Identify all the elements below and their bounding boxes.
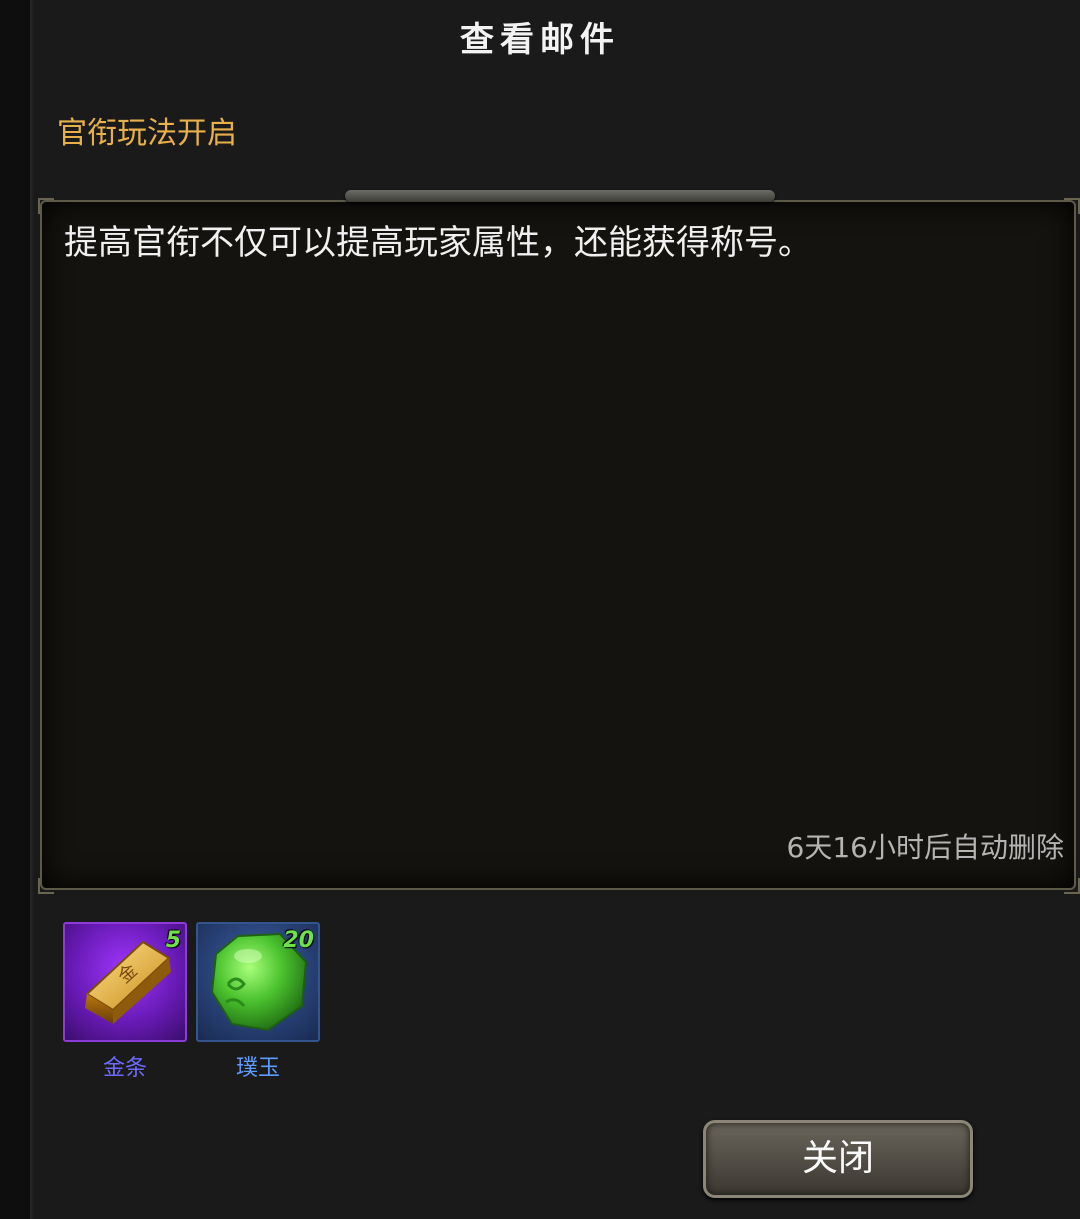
item-name: 金条 <box>102 1056 147 1081</box>
panel-corner-ornament <box>1064 198 1080 214</box>
item-slot[interactable]: 20 <box>196 922 320 1042</box>
expire-notice: 6天16小时后自动删除 <box>786 831 1064 864</box>
attachment-item-gold-bar[interactable]: 金 5 金条 <box>63 922 187 1082</box>
panel-corner-ornament <box>38 878 54 894</box>
attachment-item-jade[interactable]: 20 璞玉 <box>196 922 320 1082</box>
close-button[interactable]: 关闭 <box>703 1120 973 1198</box>
panel-top-ornament <box>345 190 775 202</box>
window-edge <box>30 0 34 1219</box>
item-name: 璞玉 <box>235 1056 280 1081</box>
mail-subject: 官衔玩法开启 <box>57 116 237 151</box>
mail-body-text: 提高官衔不仅可以提高玩家属性，还能获得称号。 <box>64 223 812 263</box>
mail-body-panel <box>40 200 1076 890</box>
attachment-list: 金 5 金条 20 璞玉 <box>63 922 320 1082</box>
window-title: 查看邮件 <box>460 20 620 60</box>
item-slot[interactable]: 金 5 <box>63 922 187 1042</box>
panel-corner-ornament <box>38 198 54 214</box>
item-count: 20 <box>283 928 314 953</box>
item-count: 5 <box>165 928 181 953</box>
panel-corner-ornament <box>1064 878 1080 894</box>
